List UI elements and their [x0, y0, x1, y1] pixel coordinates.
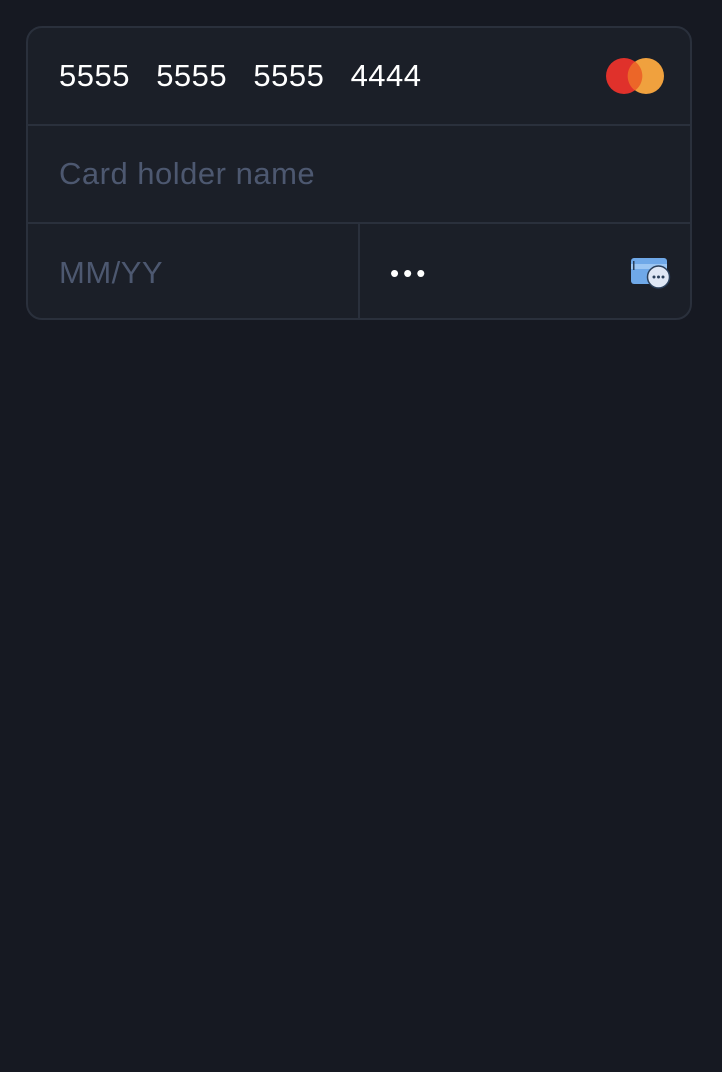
field-divider	[358, 224, 360, 318]
mastercard-logo-icon	[606, 58, 664, 94]
expiry-input[interactable]: MM/YY	[59, 255, 163, 291]
card-holder-field[interactable]: Card holder name	[28, 126, 690, 224]
card-payment-form: 5555 5555 5555 4444 Card holder name MM/…	[26, 26, 692, 320]
card-number-input[interactable]: 5555 5555 5555 4444	[59, 58, 422, 94]
card-cvc-icon	[631, 258, 671, 289]
card-holder-input[interactable]: Card holder name	[59, 156, 315, 192]
cvc-input[interactable]: •••	[390, 260, 429, 286]
card-details-row: MM/YY •••	[28, 224, 690, 318]
card-number-field[interactable]: 5555 5555 5555 4444	[28, 28, 690, 126]
